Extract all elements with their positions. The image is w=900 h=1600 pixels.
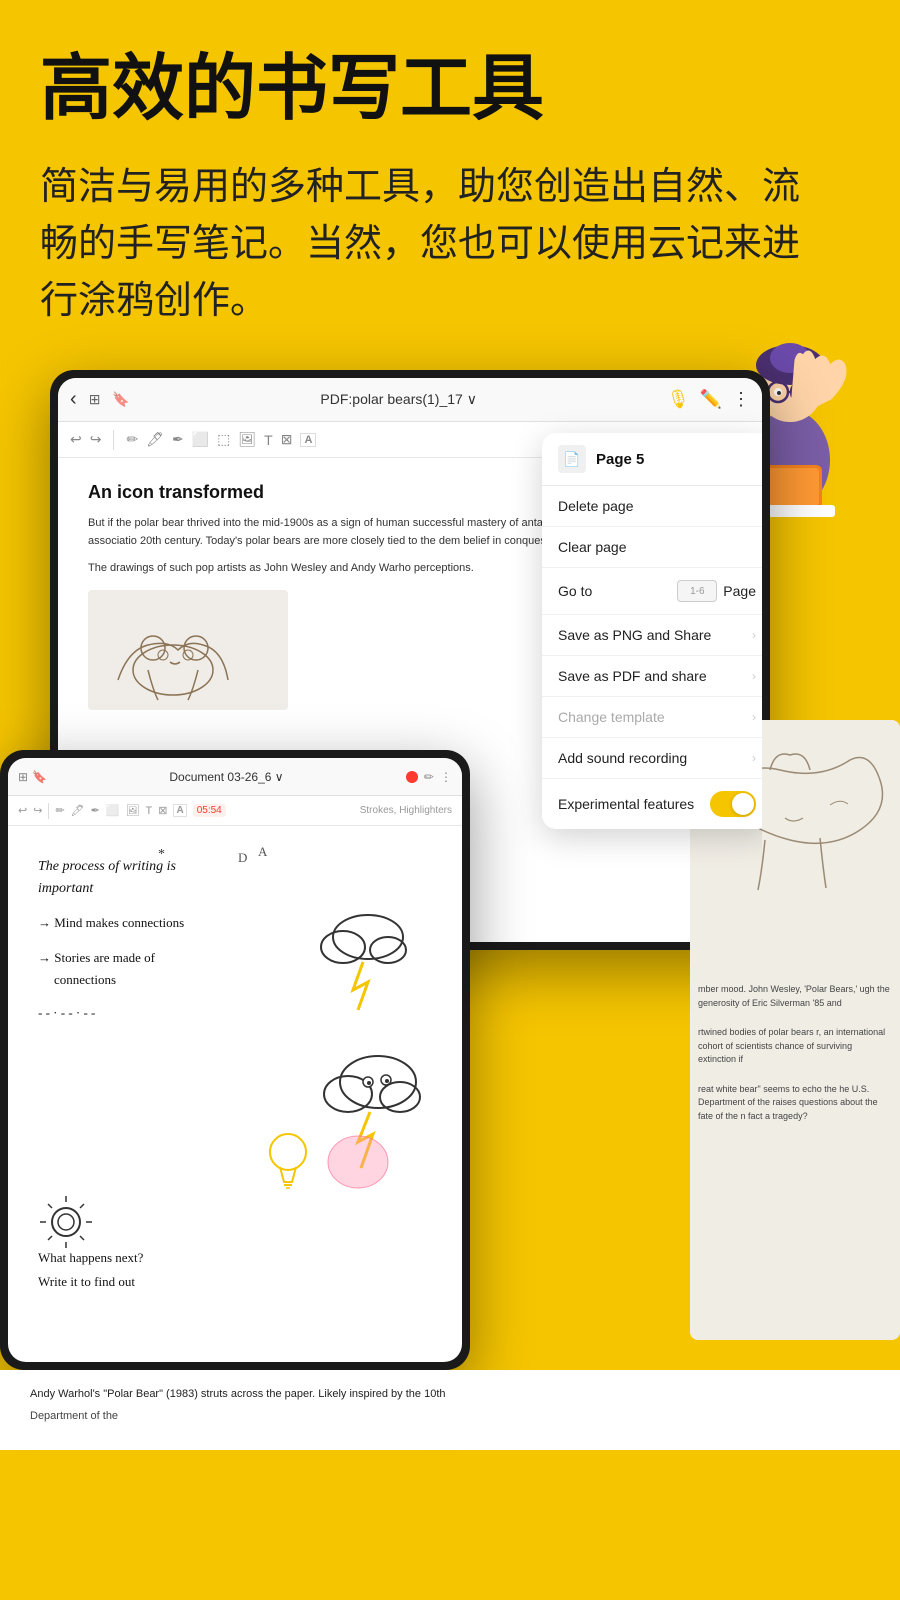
st-brush-icon[interactable]: 🖊 [71, 804, 85, 817]
chevron-icon-1: › [752, 628, 756, 642]
save-png-label: Save as PNG and Share [558, 627, 711, 643]
change-template-label: Change template [558, 709, 665, 725]
st-font-icon[interactable]: A [173, 804, 186, 817]
svg-text:important: important [38, 881, 94, 896]
separator-1 [113, 430, 114, 450]
second-tablet: ⊞ 🔖 Document 03-26_6 ∨ ✏ ⋮ ↩ ↪ ✏ 🖊 ✒ ⬜ 🖼… [0, 750, 470, 1370]
st-redo-icon[interactable]: ↪ [33, 804, 42, 817]
st-crop-icon[interactable]: ⊠ [158, 804, 167, 817]
st-bookmark-icon[interactable]: 🔖 [32, 770, 47, 784]
clear-page-label: Clear page [558, 539, 627, 555]
st-pencil-icon[interactable]: ✏ [55, 804, 64, 817]
svg-text:Write it to find out: Write it to find out [38, 1274, 135, 1289]
save-png-item[interactable]: Save as PNG and Share › [542, 615, 762, 656]
second-toolbar-icons: ⊞ 🔖 [18, 770, 47, 784]
pdf-text-2: rtwined bodies of polar bears r, an inte… [690, 1018, 900, 1075]
add-sound-item[interactable]: Add sound recording › [542, 738, 762, 779]
context-menu: 📄 Page 5 Delete page Clear page Go to 1-… [542, 433, 762, 829]
dept-text: Department of the [30, 1408, 870, 1426]
second-doc-title: Document 03-26_6 ∨ [169, 770, 283, 784]
save-pdf-item[interactable]: Save as PDF and share › [542, 656, 762, 697]
grid-icon[interactable]: ⊞ [85, 390, 105, 410]
microphone-icon[interactable]: 🎙 [667, 389, 690, 410]
delete-page-item[interactable]: Delete page [542, 486, 762, 527]
bookmark-icon[interactable]: 🔖 [111, 390, 131, 410]
pdf-text-1: mber mood. John Wesley, 'Polar Bears,' u… [690, 975, 900, 1018]
st-text-icon[interactable]: T [146, 805, 153, 817]
svg-text:*: * [158, 847, 165, 862]
pen-icon[interactable]: ✏️ [700, 389, 722, 410]
menu-header-title: Page 5 [596, 451, 644, 468]
undo-icon[interactable]: ↩ [70, 431, 82, 448]
st-separator [48, 803, 49, 819]
toolbar-icons: ⊞ 🔖 [85, 390, 131, 410]
goto-input[interactable]: 1-6 [677, 580, 717, 602]
pdf-text-3: reat white bear" seems to echo the he U.… [690, 1075, 900, 1132]
recording-timer: 05:54 [193, 804, 226, 817]
image-icon[interactable]: 🖼 [238, 431, 256, 448]
hero-title: 高效的书写工具 [40, 50, 860, 129]
svg-text:D: D [238, 850, 247, 865]
tablets-section: ‹ ⊞ 🔖 PDF:polar bears(1)_17 ∨ 🎙 ✏️ ⋮ ↩ ↪… [0, 370, 900, 1370]
brush-icon[interactable]: 🖊 [146, 431, 164, 448]
app-toolbar: ‹ ⊞ 🔖 PDF:polar bears(1)_17 ∨ 🎙 ✏️ ⋮ [58, 378, 762, 422]
clear-page-item[interactable]: Clear page [542, 527, 762, 568]
chevron-icon-4: › [752, 751, 756, 765]
page-label: Page [723, 583, 756, 599]
experimental-label: Experimental features [558, 796, 694, 812]
marker-icon[interactable]: ✒ [172, 431, 184, 448]
bottom-citation: Andy Warhol's "Polar Bear" (1983) struts… [30, 1386, 870, 1404]
eraser-icon[interactable]: ⬜ [192, 431, 209, 448]
svg-text:What happens next?: What happens next? [38, 1250, 144, 1265]
st-undo-icon[interactable]: ↩ [18, 804, 27, 817]
delete-page-label: Delete page [558, 498, 634, 514]
st-image-icon[interactable]: 🖼 [126, 804, 140, 817]
document-title: PDF:polar bears(1)_17 ∨ [320, 391, 477, 408]
goto-page-item[interactable]: Go to 1-6 Page [542, 568, 762, 615]
handwriting-content: The process of writing is important → Mi… [8, 826, 462, 1362]
save-pdf-label: Save as PDF and share [558, 668, 707, 684]
pencil-icon[interactable]: ✏ [126, 431, 138, 448]
hero-section: 高效的书写工具 简洁与易用的多种工具，助您创造出自然、流畅的手写笔记。当然，您也… [0, 0, 900, 330]
svg-text:→ Stories are made of: → Stories are made of [38, 950, 156, 965]
bottom-section: Andy Warhol's "Polar Bear" (1983) struts… [0, 1370, 900, 1450]
hero-description: 简洁与易用的多种工具，助您创造出自然、流畅的手写笔记。当然，您也可以使用云记来进… [40, 159, 820, 330]
experimental-toggle[interactable] [710, 791, 756, 817]
redo-icon[interactable]: ↪ [90, 431, 102, 448]
experimental-item[interactable]: Experimental features [542, 779, 762, 829]
svg-text:The process of writing is: The process of writing is [38, 859, 176, 874]
second-tablet-inner: ⊞ 🔖 Document 03-26_6 ∨ ✏ ⋮ ↩ ↪ ✏ 🖊 ✒ ⬜ 🖼… [8, 758, 462, 1362]
chevron-icon-3: › [752, 710, 756, 724]
toolbar-right: 🎙 ✏️ ⋮ [667, 389, 750, 410]
st-marker-icon[interactable]: ✒ [91, 804, 100, 817]
st-more-icon[interactable]: ⋮ [440, 770, 452, 784]
chevron-icon-2: › [752, 669, 756, 683]
st-pen-icon[interactable]: ✏ [424, 770, 434, 784]
svg-text:- - · - - · - -: - - · - - · - - [38, 1005, 95, 1020]
goto-controls: 1-6 Page [677, 580, 756, 602]
crop-icon[interactable]: ⊠ [281, 431, 293, 448]
page-icon: 📄 [558, 445, 586, 473]
st-eraser-icon[interactable]: ⬜ [106, 804, 120, 817]
second-drawing-toolbar: ↩ ↪ ✏ 🖊 ✒ ⬜ 🖼 T ⊠ A 05:54 Strokes, Highl… [8, 796, 462, 826]
svg-text:connections: connections [54, 972, 116, 987]
citation-text: Andy Warhol's "Polar Bear" (1983) struts… [30, 1388, 446, 1400]
strokes-label: Strokes, Highlighters [360, 805, 452, 816]
recording-indicator [406, 771, 418, 783]
menu-header: 📄 Page 5 [542, 433, 762, 486]
selection-icon[interactable]: ⬚ [217, 431, 230, 448]
change-template-item[interactable]: Change template › [542, 697, 762, 738]
second-toolbar: ⊞ 🔖 Document 03-26_6 ∨ ✏ ⋮ [8, 758, 462, 796]
st-grid-icon[interactable]: ⊞ [18, 770, 28, 784]
handwriting-svg: The process of writing is important → Mi… [28, 842, 462, 1342]
font-icon[interactable]: A [300, 433, 316, 447]
text-box-icon[interactable]: T [264, 432, 273, 448]
more-options-icon[interactable]: ⋮ [732, 389, 750, 410]
back-button[interactable]: ‹ [70, 388, 77, 411]
document-image [88, 590, 288, 710]
svg-text:A: A [258, 844, 268, 859]
svg-text:→ Mind makes connections: → Mind makes connections [38, 915, 184, 930]
add-sound-label: Add sound recording [558, 750, 687, 766]
goto-label: Go to [558, 583, 592, 599]
